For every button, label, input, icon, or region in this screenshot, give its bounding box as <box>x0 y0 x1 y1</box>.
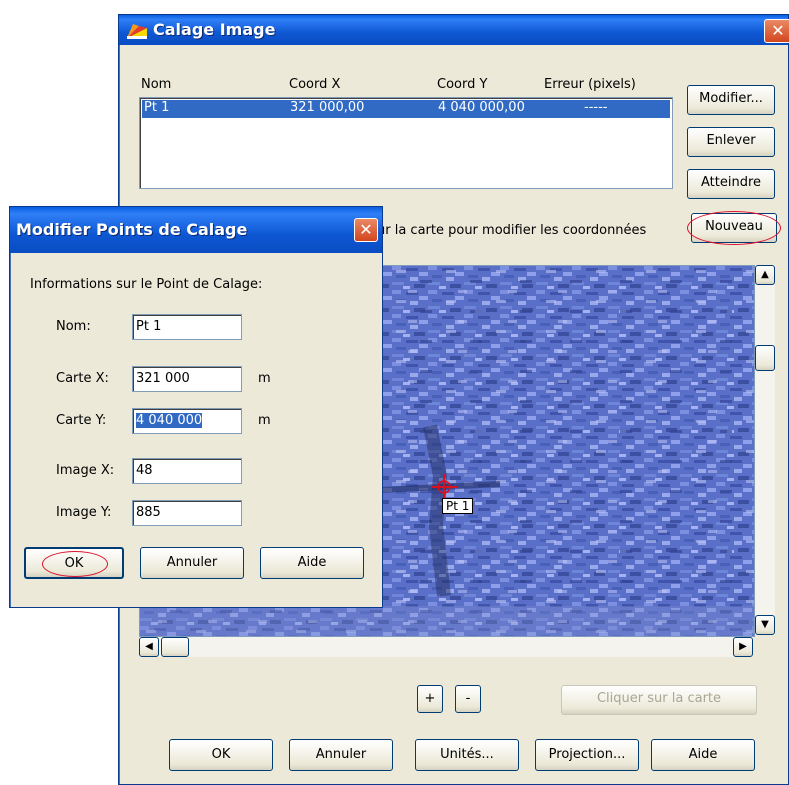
dialog-close-button[interactable]: ✕ <box>354 218 378 242</box>
image-x-label: Image X: <box>56 463 115 478</box>
carte-x-label: Carte X: <box>56 371 109 386</box>
dialog-titlebar: Modifier Points de Calage ✕ <box>10 207 382 253</box>
close-icon: ✕ <box>771 21 785 40</box>
scroll-right-button[interactable]: ▶ <box>733 637 753 657</box>
modifier-label: Modifier... <box>699 91 763 106</box>
main-ok-button[interactable]: OK <box>169 739 273 771</box>
row-erreur: ----- <box>584 100 608 115</box>
projection-label: Projection... <box>548 747 626 762</box>
horizontal-scrollbar[interactable]: ◀ ▶ <box>139 637 753 657</box>
scroll-left-button[interactable]: ◀ <box>139 637 159 657</box>
main-aide-label: Aide <box>688 747 718 762</box>
main-ok-label: OK <box>211 747 231 762</box>
column-header-erreur: Erreur (pixels) <box>544 77 636 92</box>
carte-x-unit: m <box>258 371 271 386</box>
main-titlebar: Calage Image ✕ <box>119 15 789 45</box>
dialog-aide-button[interactable]: Aide <box>260 547 364 579</box>
column-header-coord-x: Coord X <box>289 77 341 92</box>
row-coord-x: 321 000,00 <box>290 100 365 115</box>
atteindre-label: Atteindre <box>700 175 762 190</box>
carte-y-field[interactable]: 4 040 000 <box>132 408 242 434</box>
column-header-coord-y: Coord Y <box>437 77 488 92</box>
close-icon: ✕ <box>359 220 373 239</box>
zoom-out-label: - <box>465 691 471 706</box>
main-aide-button[interactable]: Aide <box>651 739 755 771</box>
carte-x-field[interactable]: 321 000 <box>132 366 242 392</box>
instruction-text: ur la carte pour modifier les coordonnée… <box>377 223 647 238</box>
app-icon <box>127 24 147 39</box>
scroll-thumb-vertical[interactable] <box>755 345 775 371</box>
enlever-label: Enlever <box>706 133 756 148</box>
unites-button[interactable]: Unités... <box>415 739 519 771</box>
section-title: Informations sur le Point de Calage: <box>30 277 263 292</box>
dialog-annuler-button[interactable]: Annuler <box>140 547 244 579</box>
dialog-title: Modifier Points de Calage <box>16 220 248 239</box>
zoom-in-button[interactable]: + <box>417 685 443 713</box>
row-nom: Pt 1 <box>144 100 170 115</box>
scroll-thumb-horizontal[interactable] <box>161 637 189 657</box>
point-label: Pt 1 <box>442 498 474 514</box>
main-title: Calage Image <box>153 20 276 39</box>
dialog-aide-label: Aide <box>297 555 327 570</box>
enlever-button[interactable]: Enlever <box>687 127 775 157</box>
image-x-field[interactable]: 48 <box>132 458 242 484</box>
dialog-annuler-label: Annuler <box>166 555 218 570</box>
atteindre-button[interactable]: Atteindre <box>687 169 775 199</box>
points-table[interactable]: Pt 1 321 000,00 4 040 000,00 ----- <box>139 97 673 189</box>
cliquer-carte-button: Cliquer sur la carte <box>561 685 757 715</box>
carte-y-unit: m <box>258 413 271 428</box>
modifier-points-dialog: Modifier Points de Calage ✕ Informations… <box>9 206 383 608</box>
modifier-button[interactable]: Modifier... <box>687 85 775 115</box>
vertical-scrollbar[interactable]: ▲ ▼ <box>755 265 775 635</box>
table-row[interactable]: Pt 1 321 000,00 4 040 000,00 ----- <box>142 100 670 118</box>
scroll-up-button[interactable]: ▲ <box>755 265 775 285</box>
image-y-label: Image Y: <box>56 505 112 520</box>
zoom-in-label: + <box>424 691 436 706</box>
zoom-out-button[interactable]: - <box>455 685 481 713</box>
nouveau-highlight <box>687 211 781 245</box>
carte-y-label: Carte Y: <box>56 413 107 428</box>
main-annuler-button[interactable]: Annuler <box>289 739 393 771</box>
column-header-nom: Nom <box>141 77 172 92</box>
unites-label: Unités... <box>440 747 494 762</box>
scroll-down-button[interactable]: ▼ <box>755 615 775 635</box>
nom-label: Nom: <box>56 319 91 334</box>
projection-button[interactable]: Projection... <box>535 739 639 771</box>
cliquer-carte-label: Cliquer sur la carte <box>596 691 722 706</box>
main-annuler-label: Annuler <box>315 747 367 762</box>
ok-highlight <box>42 551 108 577</box>
carte-y-value: 4 040 000 <box>136 413 203 428</box>
nom-field[interactable]: Pt 1 <box>132 314 242 340</box>
row-coord-y: 4 040 000,00 <box>438 100 525 115</box>
main-close-button[interactable]: ✕ <box>764 19 789 43</box>
image-y-field[interactable]: 885 <box>132 500 242 526</box>
